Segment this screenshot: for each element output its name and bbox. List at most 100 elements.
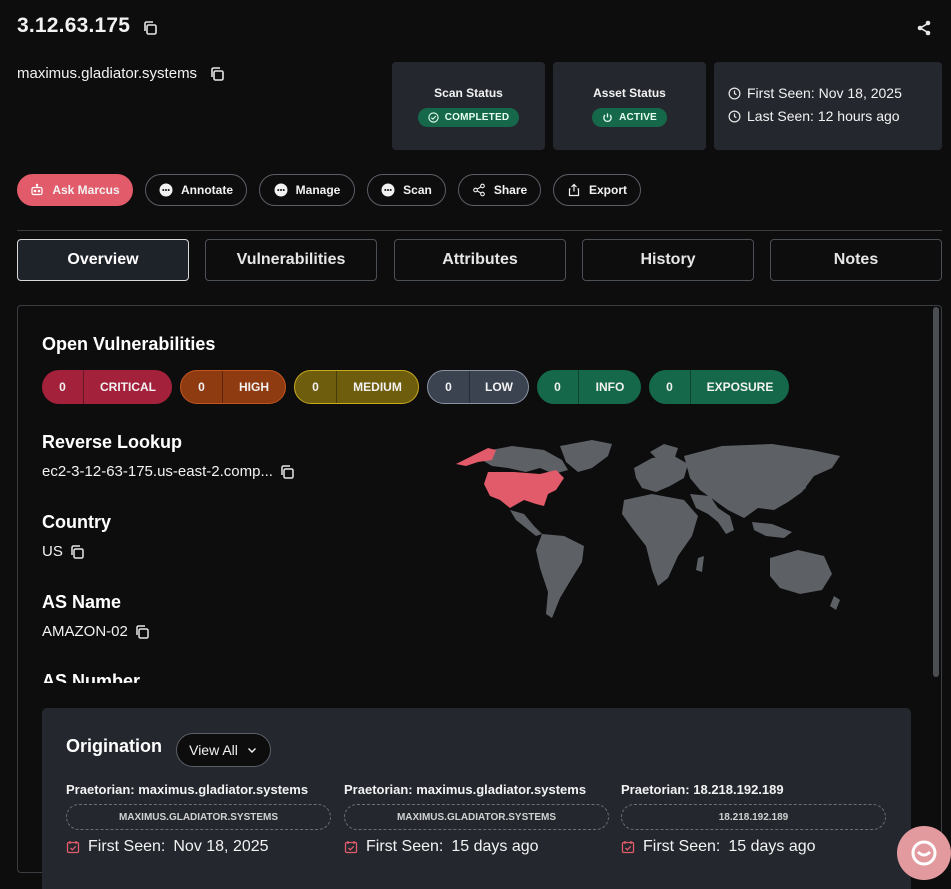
first-seen-row: First Seen: Nov 18, 2025 xyxy=(728,85,928,101)
vuln-high-count: 0 xyxy=(181,371,223,403)
check-circle-icon xyxy=(428,111,439,123)
power-icon xyxy=(603,112,612,122)
origination-item-first-seen: First Seen: 15 days ago xyxy=(621,838,816,856)
as-name-label: AS Name xyxy=(42,592,122,612)
dots-icon xyxy=(274,183,288,197)
country-label: Country xyxy=(42,512,111,532)
share-icon[interactable] xyxy=(915,19,933,37)
last-seen-text: Last Seen: 12 hours ago xyxy=(747,108,900,124)
vuln-info-label: INFO xyxy=(595,380,625,394)
vuln-medium-pill[interactable]: 0 MEDIUM xyxy=(294,370,419,404)
robot-icon xyxy=(31,183,43,196)
first-seen-label: First Seen: xyxy=(88,838,166,855)
asset-ip-title: 3.12.63.175 xyxy=(17,14,158,38)
manage-button[interactable]: Manage xyxy=(259,174,355,206)
copy-icon[interactable] xyxy=(142,18,158,35)
asset-status-value: ACTIVE xyxy=(619,111,657,123)
vuln-medium-count: 0 xyxy=(295,371,337,403)
chat-icon xyxy=(911,840,937,866)
greenland-shape xyxy=(560,440,612,472)
first-seen-label: First Seen: xyxy=(643,838,721,855)
origination-item-tag[interactable]: 18.218.192.189 xyxy=(621,804,886,830)
scan-label: Scan xyxy=(403,183,432,197)
vuln-info-pill[interactable]: 0 INFO xyxy=(537,370,641,404)
first-seen-label: First Seen: xyxy=(366,838,444,855)
share-icon xyxy=(472,183,485,197)
chevron-down-icon xyxy=(247,748,256,753)
last-seen-row: Last Seen: 12 hours ago xyxy=(728,108,928,124)
reverse-lookup-label: Reverse Lookup xyxy=(42,432,183,452)
seen-card: First Seen: Nov 18, 2025 Last Seen: 12 h… xyxy=(714,62,942,150)
open-vulnerabilities-title: Open Vulnerabilities xyxy=(42,334,216,354)
vuln-exposure-label: EXPOSURE xyxy=(706,380,774,394)
calendar-check-icon xyxy=(621,841,635,854)
export-button[interactable]: Export xyxy=(553,174,641,206)
view-all-label: View All xyxy=(189,742,238,758)
scan-status-card: Scan Status COMPLETED xyxy=(392,62,545,150)
annotate-button[interactable]: Annotate xyxy=(145,174,247,206)
tab-notes[interactable]: Notes xyxy=(770,239,942,281)
vuln-low-count: 0 xyxy=(428,371,470,403)
scrollbar[interactable] xyxy=(933,307,939,677)
as-number-label: AS Number xyxy=(42,671,141,683)
calendar-check-icon xyxy=(66,841,80,854)
copy-icon[interactable] xyxy=(134,624,150,640)
reverse-lookup-value: ec2-3-12-63-175.us-east-2.comp... xyxy=(42,463,273,480)
asset-status-label: Asset Status xyxy=(593,85,666,100)
clock-icon xyxy=(728,87,741,99)
ask-marcus-button[interactable]: Ask Marcus xyxy=(17,174,133,206)
share-label: Share xyxy=(493,183,528,197)
vuln-exposure-pill[interactable]: 0 EXPOSURE xyxy=(649,370,789,404)
scan-status-label: Scan Status xyxy=(434,85,503,100)
first-seen-value: 15 days ago xyxy=(451,838,539,855)
country-value: US xyxy=(42,543,63,560)
usa-shape xyxy=(484,470,564,508)
copy-icon[interactable] xyxy=(69,544,85,560)
copy-icon[interactable] xyxy=(279,464,295,480)
tab-history[interactable]: History xyxy=(582,239,754,281)
vuln-critical-pill[interactable]: 0 CRITICAL xyxy=(42,370,172,404)
vuln-low-label: LOW xyxy=(485,380,513,394)
origination-item-title: Praetorian: maximus.gladiator.systems xyxy=(66,782,309,797)
view-all-dropdown[interactable]: View All xyxy=(176,733,271,767)
ask-marcus-label: Ask Marcus xyxy=(52,183,120,197)
asset-status-card: Asset Status ACTIVE xyxy=(553,62,706,150)
share-button[interactable]: Share xyxy=(458,174,541,206)
origination-panel xyxy=(42,708,911,889)
vuln-critical-count: 0 xyxy=(42,370,84,404)
asset-status-badge: ACTIVE xyxy=(592,107,667,127)
annotate-label: Annotate xyxy=(181,183,233,197)
origination-item-tag[interactable]: MAXIMUS.GLADIATOR.SYSTEMS xyxy=(344,804,609,830)
chat-button[interactable] xyxy=(897,826,951,880)
tab-overview[interactable]: Overview xyxy=(17,239,189,281)
hostname-text: maximus.gladiator.systems xyxy=(17,65,198,82)
vuln-high-pill[interactable]: 0 HIGH xyxy=(180,370,286,404)
first-seen-text: First Seen: Nov 18, 2025 xyxy=(747,85,902,101)
south-america-shape xyxy=(536,534,584,618)
tab-vulnerabilities[interactable]: Vulnerabilities xyxy=(205,239,377,281)
export-label: Export xyxy=(588,183,627,197)
vuln-critical-label: CRITICAL xyxy=(100,380,156,394)
indonesia-shape xyxy=(752,522,792,538)
scan-status-value: COMPLETED xyxy=(444,111,510,123)
origination-item-first-seen: First Seen: 15 days ago xyxy=(344,838,539,856)
first-seen-value: Nov 18, 2025 xyxy=(173,838,269,855)
first-seen-value: 15 days ago xyxy=(728,838,816,855)
as-name-row: AMAZON-02 xyxy=(42,623,150,640)
world-map xyxy=(456,440,840,618)
vuln-medium-label: MEDIUM xyxy=(353,380,402,394)
as-number-clip: AS Number xyxy=(42,671,140,683)
vuln-info-count: 0 xyxy=(537,370,579,404)
vuln-low-pill[interactable]: 0 LOW xyxy=(427,370,529,404)
origination-item-title: Praetorian: 18.218.192.189 xyxy=(621,782,784,797)
origination-title: Origination xyxy=(66,736,162,756)
origination-item-tag[interactable]: MAXIMUS.GLADIATOR.SYSTEMS xyxy=(66,804,331,830)
divider xyxy=(17,230,942,231)
dots-icon xyxy=(159,183,173,197)
central-america-shape xyxy=(510,510,542,536)
copy-icon[interactable] xyxy=(209,66,225,82)
scan-button[interactable]: Scan xyxy=(367,174,446,206)
tab-attributes[interactable]: Attributes xyxy=(394,239,566,281)
export-icon xyxy=(568,183,580,197)
dots-icon xyxy=(381,183,395,197)
